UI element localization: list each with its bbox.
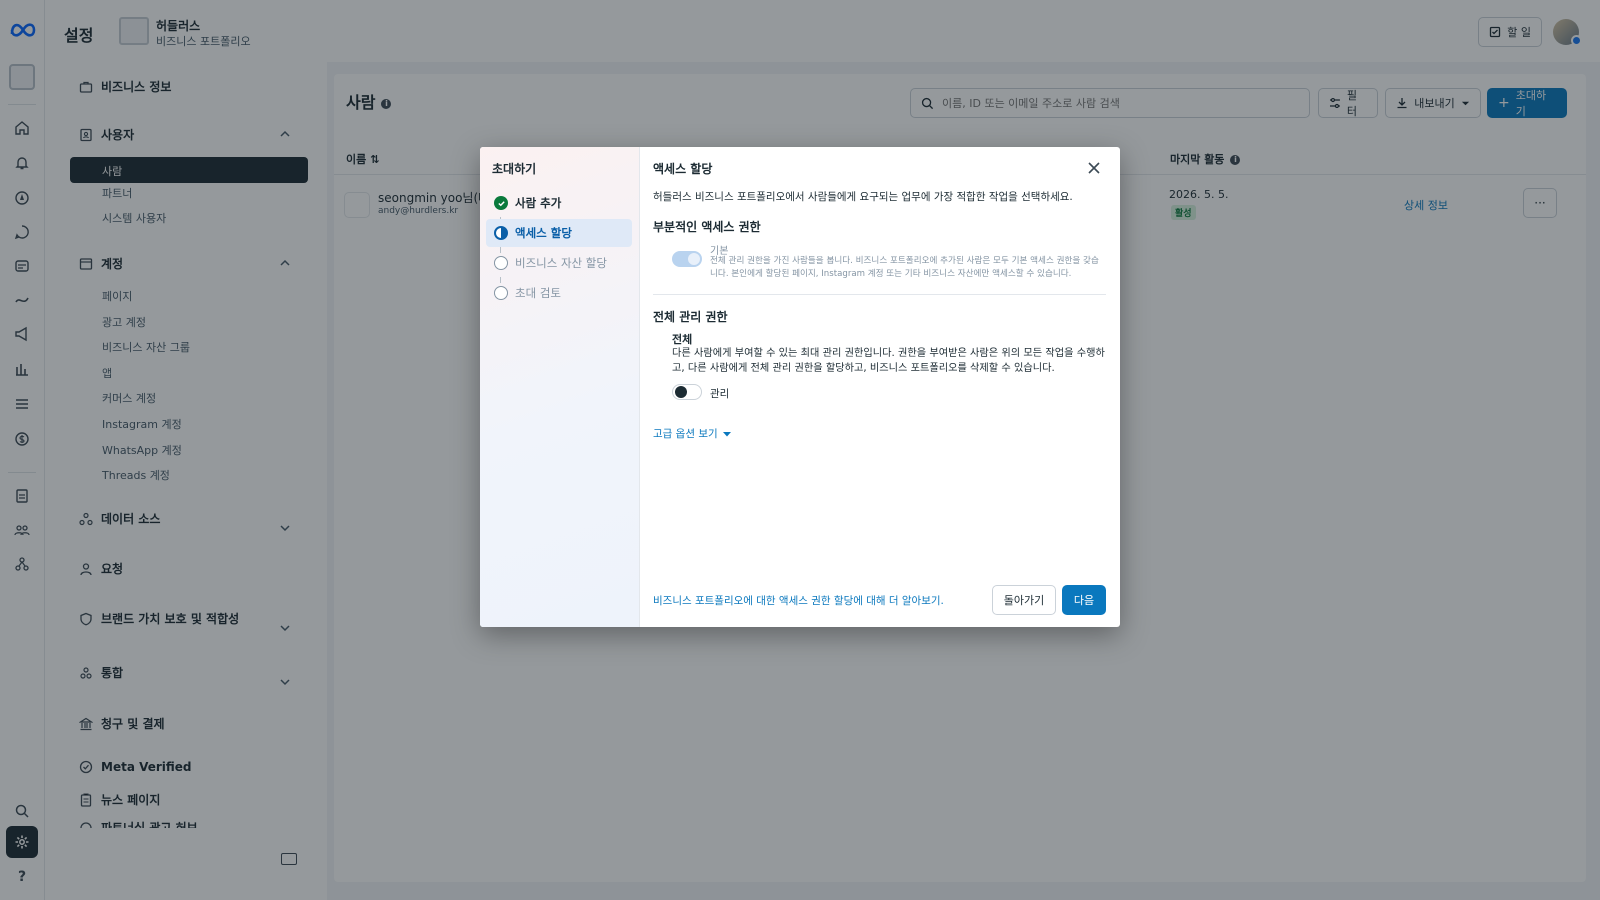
steps-title: 초대하기 xyxy=(492,162,537,176)
half-circle-icon xyxy=(494,226,508,240)
invite-steps-panel: 초대하기 사람 추가 액세스 할당 비즈니스 자산 할당 초대 검토 xyxy=(480,147,640,627)
learn-more-link[interactable]: 비즈니스 포트폴리오에 대한 액세스 권한 할당에 대해 더 알아보기. xyxy=(653,593,944,608)
close-icon[interactable] xyxy=(1086,160,1102,176)
basic-access-toggle xyxy=(672,251,702,267)
dialog-title: 액세스 할당 xyxy=(653,162,713,176)
full-control-heading: 전체 관리 권한 xyxy=(653,310,728,324)
step-add-people[interactable]: 사람 추가 xyxy=(486,189,632,217)
empty-circle-icon xyxy=(494,256,508,270)
basic-access-description: 전체 관리 권한을 가진 사람들을 봅니다. 비즈니스 포트폴리오에 추가된 사… xyxy=(710,256,1099,279)
dialog-description: 허들러스 비즈니스 포트폴리오에서 사람들에게 요구되는 업무에 가장 적합한 … xyxy=(653,191,1073,203)
assign-access-panel: 액세스 할당 허들러스 비즈니스 포트폴리오에서 사람들에게 요구되는 업무에 … xyxy=(640,147,1120,627)
advanced-options-link[interactable]: 고급 옵션 보기 xyxy=(653,426,732,441)
step-assign-access[interactable]: 액세스 할당 xyxy=(486,219,632,247)
invite-dialog: 초대하기 사람 추가 액세스 할당 비즈니스 자산 할당 초대 검토 액세스 할… xyxy=(480,147,1120,627)
next-button[interactable]: 다음 xyxy=(1062,585,1106,615)
caret-down-icon xyxy=(722,431,731,436)
back-button[interactable]: 돌아가기 xyxy=(992,585,1056,615)
full-control-label: 전체 xyxy=(672,333,693,346)
check-circle-icon xyxy=(494,196,508,210)
step-review-invite: 초대 검토 xyxy=(486,279,632,307)
empty-circle-icon xyxy=(494,286,508,300)
partial-access-heading: 부분적인 액세스 권한 xyxy=(653,220,761,234)
section-divider xyxy=(653,294,1106,295)
step-assign-assets: 비즈니스 자산 할당 xyxy=(486,249,632,277)
full-control-description: 다른 사람에게 부여할 수 있는 최대 관리 권한입니다. 권한을 부여받은 사… xyxy=(672,348,1105,374)
admin-access-toggle[interactable] xyxy=(672,384,702,400)
admin-access-label: 관리 xyxy=(710,388,730,400)
